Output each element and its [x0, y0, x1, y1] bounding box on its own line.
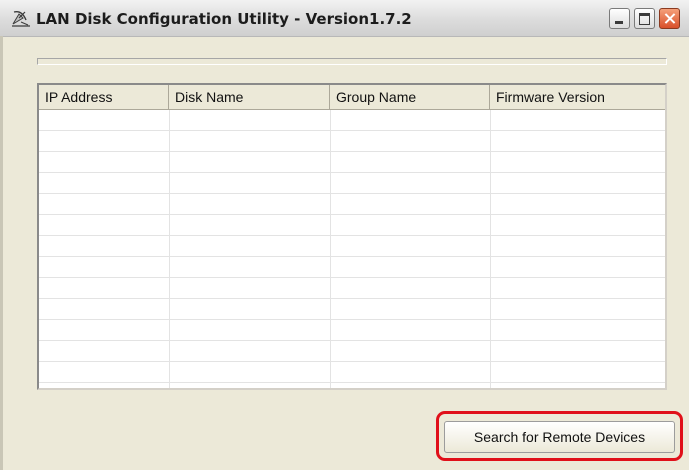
- column-divider: [490, 110, 491, 388]
- column-divider: [330, 110, 331, 388]
- column-header-disk-name[interactable]: Disk Name: [169, 85, 330, 109]
- column-divider: [169, 110, 170, 388]
- maximize-button[interactable]: [634, 8, 655, 29]
- progress-bar: [37, 58, 667, 65]
- close-button[interactable]: [659, 8, 680, 29]
- column-header-group-name[interactable]: Group Name: [330, 85, 490, 109]
- minimize-button[interactable]: [609, 8, 630, 29]
- title-bar[interactable]: LAN Disk Configuration Utility - Version…: [0, 0, 689, 37]
- window-border: [0, 36, 3, 470]
- device-list-header: IP Address Disk Name Group Name Firmware…: [39, 85, 665, 110]
- device-list-rows[interactable]: [39, 110, 665, 388]
- satellite-dish-icon[interactable]: [10, 8, 32, 28]
- device-list[interactable]: IP Address Disk Name Group Name Firmware…: [37, 83, 667, 390]
- column-header-firmware-version[interactable]: Firmware Version: [490, 85, 665, 109]
- window-title: LAN Disk Configuration Utility - Version…: [36, 10, 412, 28]
- app-window: LAN Disk Configuration Utility - Version…: [0, 0, 689, 470]
- highlight-annotation: [436, 411, 683, 461]
- column-header-ip-address[interactable]: IP Address: [39, 85, 169, 109]
